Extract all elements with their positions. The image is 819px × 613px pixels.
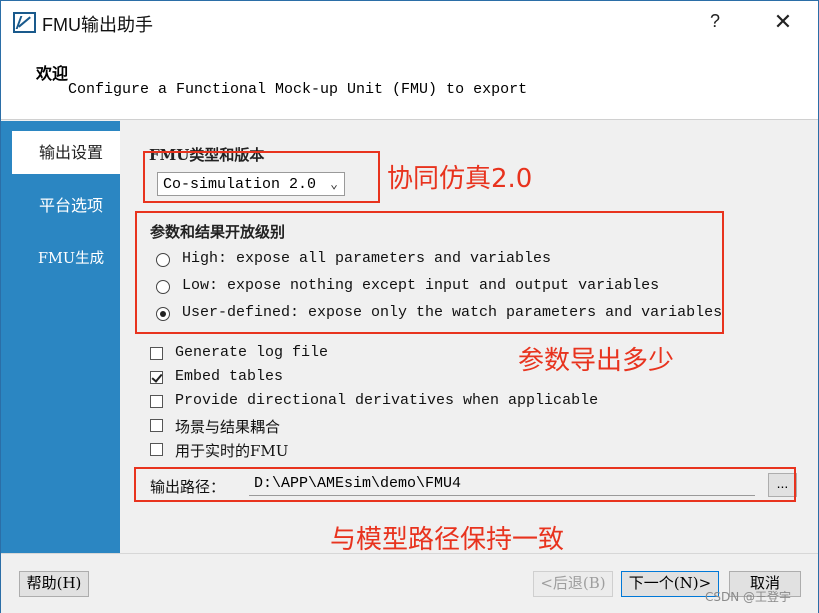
annotation-cosim-text: 协同仿真2.0: [387, 164, 533, 194]
page-title: 欢迎: [36, 64, 69, 83]
checkbox-label: Embed tables: [175, 368, 284, 385]
close-icon[interactable]: ✕: [769, 9, 797, 37]
checkbox-checked[interactable]: [150, 371, 163, 384]
app-logo-icon: [13, 12, 36, 33]
window-title: FMU输出助手: [42, 15, 153, 35]
title-bar: FMU输出助手 ? ✕: [1, 1, 818, 44]
checkbox[interactable]: [150, 347, 163, 360]
wizard-footer: 帮助(H) <后退(B) 下一个(N)> 取消: [1, 553, 818, 613]
help-button[interactable]: 帮助(H): [19, 571, 89, 597]
annotation-box-exposure: [135, 211, 724, 334]
watermark: CSDN @王登宇: [705, 590, 792, 604]
annotation-box-fmu-type: [143, 151, 380, 203]
wizard-nav: 输出设置 平台选项 FMU生成: [1, 121, 120, 553]
checkbox[interactable]: [150, 419, 163, 432]
nav-item-output-settings[interactable]: 输出设置: [12, 131, 120, 174]
nav-item-platform-options[interactable]: 平台选项: [12, 184, 120, 227]
checkbox-label: Generate log file: [175, 344, 329, 361]
nav-item-fmu-generation[interactable]: FMU生成: [12, 238, 120, 281]
wizard-header: 欢迎 Configure a Functional Mock-up Unit (…: [1, 44, 818, 120]
annotation-path-text: 与模型路径保持一致: [330, 525, 565, 555]
checkbox-label: 用于实时的FMU: [175, 442, 289, 460]
page-subtitle: Configure a Functional Mock-up Unit (FMU…: [68, 81, 528, 98]
checkbox-label: 场景与结果耦合: [175, 418, 281, 436]
annotation-box-path: [134, 467, 796, 502]
help-icon[interactable]: ?: [702, 11, 728, 35]
annotation-params-text: 参数导出多少: [518, 346, 675, 376]
back-button[interactable]: <后退(B): [533, 571, 613, 597]
checkbox[interactable]: [150, 443, 163, 456]
checkbox[interactable]: [150, 395, 163, 408]
checkbox-label: Provide directional derivatives when app…: [175, 392, 599, 409]
